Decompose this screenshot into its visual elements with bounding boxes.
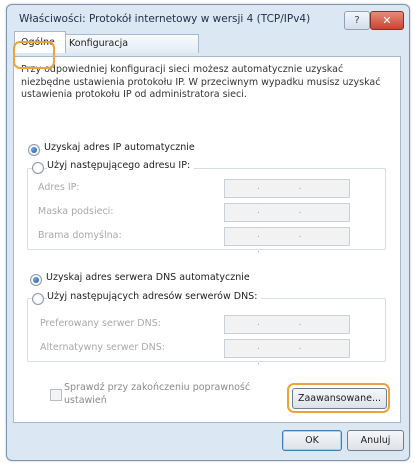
subnet-mask-label: Maska podsieci:	[38, 206, 114, 217]
close-button[interactable]: ✕	[370, 11, 404, 30]
window-title: Właściwości: Protokół internetowy w wers…	[19, 13, 311, 25]
alternate-dns-dots: . . .	[257, 342, 320, 367]
ip-address-field[interactable]: . . .	[224, 179, 350, 207]
help-button[interactable]: ?	[344, 11, 370, 30]
alternate-dns-field[interactable]: . . .	[224, 339, 350, 367]
validate-settings-label-line2[interactable]: ustawień	[64, 395, 107, 406]
title-bar[interactable]: Właściwości: Protokół internetowy w wers…	[7, 5, 409, 33]
radio-ip-auto[interactable]	[28, 144, 40, 156]
cancel-button[interactable]: Anuluj	[347, 430, 404, 451]
validate-settings-label-line1[interactable]: Sprawdź przy zakończeniu poprawność	[64, 382, 250, 393]
description-text: Przy odpowiedniej konfiguracji sieci moż…	[21, 64, 381, 100]
radio-dns-manual-label[interactable]: Użyj następujących adresów serwerów DNS:	[47, 291, 262, 302]
radio-dns-auto[interactable]	[30, 274, 42, 286]
default-gateway-dots: . . .	[257, 230, 320, 255]
tab-alternate-configuration[interactable]: Konfiguracja alternatywna	[62, 34, 199, 67]
ok-button[interactable]: OK	[282, 430, 342, 451]
radio-ip-auto-label[interactable]: Uzyskaj adres IP automatycznie	[44, 142, 195, 153]
radio-dns-auto-label[interactable]: Uzyskaj adres serwera DNS automatycznie	[46, 272, 250, 283]
ip-address-label: Adres IP:	[38, 182, 80, 193]
preferred-dns-field[interactable]: . . .	[224, 315, 350, 343]
radio-ip-manual-label[interactable]: Użyj następującego adresu IP:	[47, 160, 195, 171]
default-gateway-label: Brama domyślna:	[38, 230, 122, 241]
validate-settings-checkbox[interactable]	[50, 389, 62, 401]
tab-general[interactable]: Ogólne	[14, 31, 66, 53]
radio-ip-manual[interactable]	[32, 162, 44, 174]
advanced-button[interactable]: Zaawansowane...	[292, 388, 387, 409]
radio-dns-manual[interactable]	[32, 293, 44, 305]
default-gateway-field[interactable]: . . .	[224, 227, 350, 255]
alternate-dns-label: Alternatywny serwer DNS:	[40, 342, 165, 353]
tab-general-label: Ogólne	[21, 37, 55, 48]
preferred-dns-label: Preferowany serwer DNS:	[40, 318, 161, 329]
subnet-mask-field[interactable]: . . .	[224, 203, 350, 231]
